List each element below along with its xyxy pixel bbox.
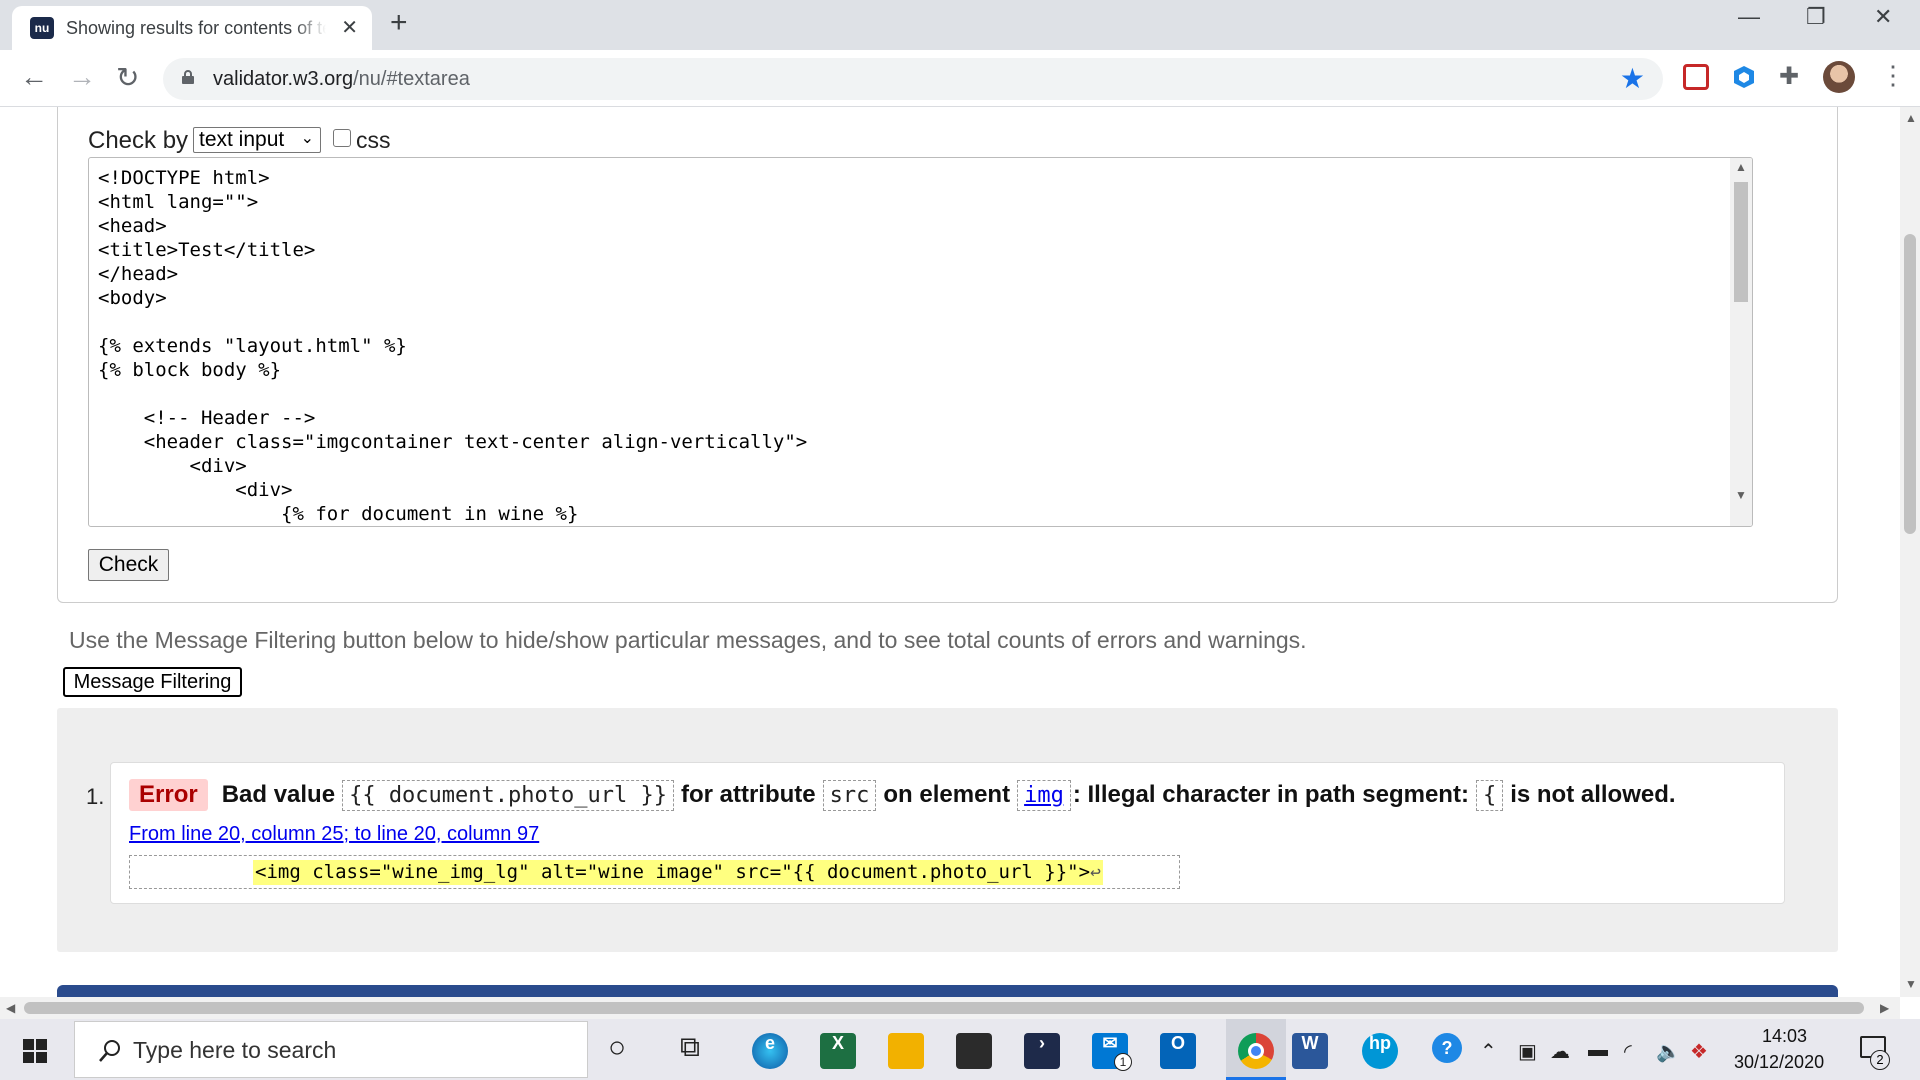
illegal-char-code: { [1475, 779, 1504, 811]
mail-badge: 1 [1114, 1053, 1132, 1071]
lock-icon [182, 70, 194, 84]
task-view-icon[interactable]: ⧉ [680, 1031, 700, 1064]
message-text-part: Bad value [221, 781, 336, 808]
source-textarea[interactable]: <!DOCTYPE html> <html lang=""> <head> <t… [88, 157, 1753, 527]
powershell-app-icon[interactable]: › [1024, 1033, 1060, 1069]
restore-button[interactable]: ❐ [1806, 4, 1826, 30]
message-text-part: on element [883, 781, 1011, 808]
extract-text: <img class="wine_img_lg" alt="wine image… [255, 861, 1091, 883]
error-badge: Error [129, 779, 208, 811]
meet-now-icon[interactable]: ▣ [1518, 1039, 1537, 1064]
bookmark-star-icon[interactable]: ★ [1620, 62, 1645, 95]
chrome-app-icon [1238, 1033, 1274, 1069]
reload-button[interactable]: ↻ [116, 61, 139, 94]
onedrive-cloud-icon[interactable]: ☁ [1550, 1039, 1570, 1064]
attribute-code: src [822, 779, 877, 811]
battery-icon[interactable]: ▬ [1588, 1039, 1608, 1062]
browser-tab[interactable]: nu Showing results for contents of text-… [12, 6, 372, 50]
error-message: Error Bad value {{ document.photo_url }}… [110, 762, 1785, 904]
word-app-icon[interactable]: W [1292, 1033, 1328, 1069]
filtering-note: Use the Message Filtering button below t… [69, 627, 1307, 653]
volume-icon[interactable]: 🔈 [1656, 1039, 1681, 1064]
source-extract: <img class="wine_img_lg" alt="wine image… [129, 855, 1180, 889]
file-explorer-icon[interactable] [888, 1033, 924, 1069]
shield-extension-icon[interactable] [1731, 64, 1757, 90]
message-filtering-button[interactable]: Message Filtering [63, 667, 242, 697]
scroll-right-arrow-icon[interactable]: ▶ [1880, 1001, 1889, 1015]
clock-date[interactable]: 30/12/2020 [1734, 1052, 1824, 1073]
forward-button[interactable]: → [68, 61, 96, 93]
check-by-select[interactable]: text input ⌄ [193, 127, 321, 153]
outlook-app-icon[interactable]: O [1160, 1033, 1196, 1069]
search-icon [99, 1040, 120, 1062]
notification-count: 2 [1870, 1050, 1890, 1070]
help-icon[interactable]: ? [1432, 1033, 1462, 1063]
edge-app-icon[interactable]: e [752, 1033, 788, 1069]
page-horizontal-scrollbar[interactable]: ◀ ▶ [0, 997, 1900, 1019]
windows-taskbar: Type here to search ○ ⧉ e X › ✉ 1 O W hp… [0, 1019, 1920, 1080]
chevron-up-icon[interactable]: ⌃ [1480, 1039, 1497, 1064]
textarea-content: <!DOCTYPE html> <html lang=""> <head> <t… [98, 167, 808, 525]
puzzle-extensions-icon[interactable]: ✚ [1779, 64, 1805, 90]
element-link[interactable]: img [1017, 779, 1071, 811]
textarea-scrollbar[interactable]: ▲ ▼ [1730, 158, 1752, 526]
error-message-text: Error Bad value {{ document.photo_url }}… [129, 779, 1676, 811]
check-by-label: Check by [88, 127, 189, 154]
css-checkbox[interactable] [333, 129, 351, 147]
message-number: 1. [86, 784, 105, 809]
tab-close-icon[interactable]: ✕ [341, 15, 358, 40]
check-by-value: text input [199, 128, 285, 151]
message-text-part: for attribute [680, 781, 816, 808]
minimize-button[interactable]: — [1738, 4, 1760, 30]
pocket-extension-icon[interactable] [1683, 64, 1709, 90]
tab-strip: nu Showing results for contents of text-… [0, 0, 1920, 50]
footer-bar [57, 985, 1838, 997]
dropbox-icon[interactable]: ❖ [1690, 1039, 1708, 1064]
hp-app-icon[interactable]: hp [1362, 1033, 1398, 1069]
extract-code: <img class="wine_img_lg" alt="wine image… [253, 860, 1103, 885]
taskbar-search[interactable]: Type here to search [74, 1021, 588, 1078]
browser-toolbar: ← → ↻ validator.w3.org/nu/#textarea ★ ✚ [0, 50, 1920, 107]
scroll-up-arrow-icon[interactable]: ▲ [1905, 111, 1917, 125]
return-icon: ↩ [1090, 862, 1101, 883]
check-button[interactable]: Check [88, 549, 169, 581]
page-vertical-scrollbar[interactable]: ▲ ▼ [1900, 107, 1920, 997]
url-host: validator.w3.org [213, 68, 354, 90]
location-link[interactable]: From line 20, column 25; to line 20, col… [129, 823, 539, 846]
url-path: /nu/#textarea [353, 68, 470, 90]
scroll-left-arrow-icon[interactable]: ◀ [6, 1001, 15, 1015]
message-text-part: : Illegal character in path segment: [1072, 781, 1469, 808]
tab-title: Showing results for contents of text-inp… [66, 18, 326, 38]
browser-menu-icon[interactable]: ⋮ [1880, 60, 1906, 91]
page-scroll-thumb[interactable] [1904, 234, 1916, 534]
scroll-up-arrow-icon[interactable]: ▲ [1735, 160, 1747, 174]
scroll-down-arrow-icon[interactable]: ▼ [1735, 488, 1747, 502]
new-tab-button[interactable]: + [390, 6, 408, 40]
excel-app-icon[interactable]: X [820, 1033, 856, 1069]
close-window-button[interactable]: ✕ [1874, 4, 1892, 30]
chevron-down-icon: ⌄ [300, 130, 314, 147]
message-text-part: is not allowed. [1510, 781, 1676, 808]
profile-avatar[interactable] [1823, 61, 1855, 93]
w3c-favicon-icon: nu [30, 17, 54, 39]
store-app-icon[interactable] [956, 1033, 992, 1069]
clock-time[interactable]: 14:03 [1762, 1026, 1807, 1047]
chrome-taskbar-slot[interactable] [1226, 1019, 1286, 1080]
url-text: validator.w3.org/nu/#textarea [213, 68, 470, 91]
address-bar[interactable]: validator.w3.org/nu/#textarea ★ [163, 58, 1663, 100]
search-placeholder: Type here to search [133, 1037, 337, 1063]
cortana-icon[interactable]: ○ [608, 1031, 626, 1065]
textarea-scroll-thumb[interactable] [1734, 182, 1748, 302]
wifi-icon[interactable]: ◜ [1624, 1039, 1632, 1064]
back-button[interactable]: ← [20, 61, 48, 93]
bad-value-code: {{ document.photo_url }} [342, 779, 674, 811]
page-hscroll-thumb[interactable] [24, 1002, 1864, 1014]
windows-start-icon[interactable] [23, 1039, 47, 1063]
scroll-down-arrow-icon[interactable]: ▼ [1905, 977, 1917, 991]
page-viewport: Check by text input ⌄ css <!DOCTYPE html… [0, 107, 1900, 997]
css-label: css [356, 127, 391, 153]
